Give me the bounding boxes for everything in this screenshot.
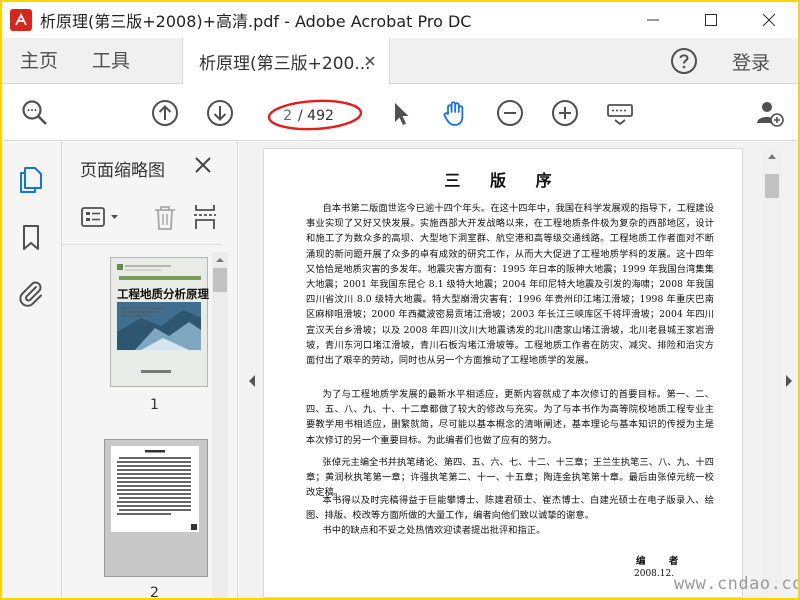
document-scrollbar[interactable] — [762, 148, 782, 598]
acrobat-logo-icon — [10, 9, 32, 31]
expand-right-panel-icon[interactable] — [784, 374, 794, 388]
tab-bar: 主页 工具 析原理(第三版+200... 登录 — [2, 38, 798, 84]
help-icon[interactable] — [670, 47, 698, 75]
page-heading: 三 版 序 — [444, 171, 564, 190]
preface-date: 2008.12. — [634, 569, 675, 579]
thumbnail-page-number: 2 — [150, 585, 159, 598]
zoom-in-icon[interactable] — [550, 98, 580, 128]
thumbnails-list: 工程地质分析原理 1 2 — [62, 244, 222, 598]
preface-signature: 编 者 — [636, 556, 689, 567]
document-scroll-thumb[interactable] — [765, 174, 779, 198]
minimize-button[interactable] — [624, 2, 682, 38]
thumbnail-page-2-selection[interactable] — [104, 439, 208, 577]
thumbnails-panel: 页面缩略图 工程地质分析原理 1 2 — [62, 142, 238, 598]
tab-tools[interactable]: 工具 — [92, 38, 130, 84]
bookmark-icon[interactable] — [16, 222, 46, 252]
thumbnails-toolbar — [62, 198, 238, 238]
tab-document[interactable]: 析原理(第三版+200... — [182, 38, 390, 84]
thumbnail-options-icon[interactable] — [80, 206, 122, 230]
delete-page-icon[interactable] — [152, 204, 178, 232]
toolbar: 2 / 492 — [2, 85, 798, 141]
site-watermark: www.cndao.com — [674, 574, 798, 594]
thumbnail-page-1[interactable]: 工程地质分析原理 — [110, 257, 209, 387]
close-window-button[interactable] — [740, 2, 798, 38]
preface-paragraph-4: 本书得以及时完稿得益于巨能攀博士、陈建君硕士、崔杰博士、白建光硕士在电子版录入、… — [306, 495, 714, 522]
close-icon — [763, 14, 775, 26]
select-cursor-icon[interactable] — [386, 98, 416, 128]
attachment-icon[interactable] — [16, 278, 46, 308]
thumbnail-page-2 — [111, 446, 199, 532]
document-tab-label: 析原理(第三版+200... — [199, 53, 371, 74]
hand-tool-icon[interactable] — [440, 98, 470, 128]
maximize-button[interactable] — [682, 2, 740, 38]
preface-paragraph-2: 为了与工程地质学发展的最新水平相适应，更新内容就成了本次修订的首要目标。第一、二… — [306, 389, 714, 446]
thumbnail-page-number: 1 — [150, 397, 159, 413]
keyboard-tools-icon[interactable] — [605, 98, 635, 128]
pdf-page: 三 版 序 自本书第二版面世迄今已逾十四个年头。在这十四年中，我国在科学发展观的… — [263, 148, 743, 598]
book-cover-image — [111, 258, 207, 386]
extract-pages-icon[interactable] — [192, 202, 218, 232]
scroll-up-icon[interactable] — [762, 148, 782, 164]
add-user-icon[interactable] — [754, 98, 784, 128]
page-2-preview — [117, 450, 197, 530]
title-bar: 析原理(第三版+2008)+高清.pdf - Adobe Acrobat Pro… — [2, 2, 798, 38]
scroll-up-icon[interactable] — [212, 253, 228, 267]
thumbnails-scroll-thumb[interactable] — [213, 268, 227, 292]
zoom-out-icon[interactable] — [495, 98, 525, 128]
window-title: 析原理(第三版+2008)+高清.pdf - Adobe Acrobat Pro… — [40, 12, 472, 31]
window-controls — [624, 2, 798, 38]
previous-page-icon[interactable] — [150, 98, 180, 128]
preface-paragraph-5: 书中的缺点和不妥之处热情欢迎读者提出批评和指正。 — [322, 525, 546, 536]
tab-home[interactable]: 主页 — [20, 38, 58, 84]
thumbnails-scrollbar[interactable] — [212, 252, 228, 598]
left-navigation-rail — [2, 142, 62, 598]
page-thumbnails-icon[interactable] — [16, 164, 46, 194]
close-tab-icon[interactable] — [361, 52, 379, 70]
login-button[interactable]: 登录 — [732, 38, 770, 84]
cover-title: 工程地质分析原理 — [117, 287, 209, 301]
document-view: 三 版 序 自本书第二版面世迄今已逾十四个年头。在这十四年中，我国在科学发展观的… — [239, 142, 798, 598]
thumbnails-panel-title: 页面缩略图 — [80, 161, 165, 181]
close-panel-icon[interactable] — [194, 156, 212, 174]
maximize-icon — [705, 14, 717, 26]
search-icon[interactable] — [20, 98, 50, 128]
next-page-icon[interactable] — [205, 98, 235, 128]
collapse-left-panel-icon[interactable] — [247, 374, 257, 388]
minimize-icon — [647, 19, 659, 21]
acrobat-window: 析原理(第三版+2008)+高清.pdf - Adobe Acrobat Pro… — [2, 2, 798, 598]
red-highlight-ellipse — [267, 99, 363, 131]
preface-paragraph-1: 自本书第二版面世迄今已逾十四个年头。在这十四年中，我国在科学发展观的指导下，工程… — [306, 203, 714, 367]
